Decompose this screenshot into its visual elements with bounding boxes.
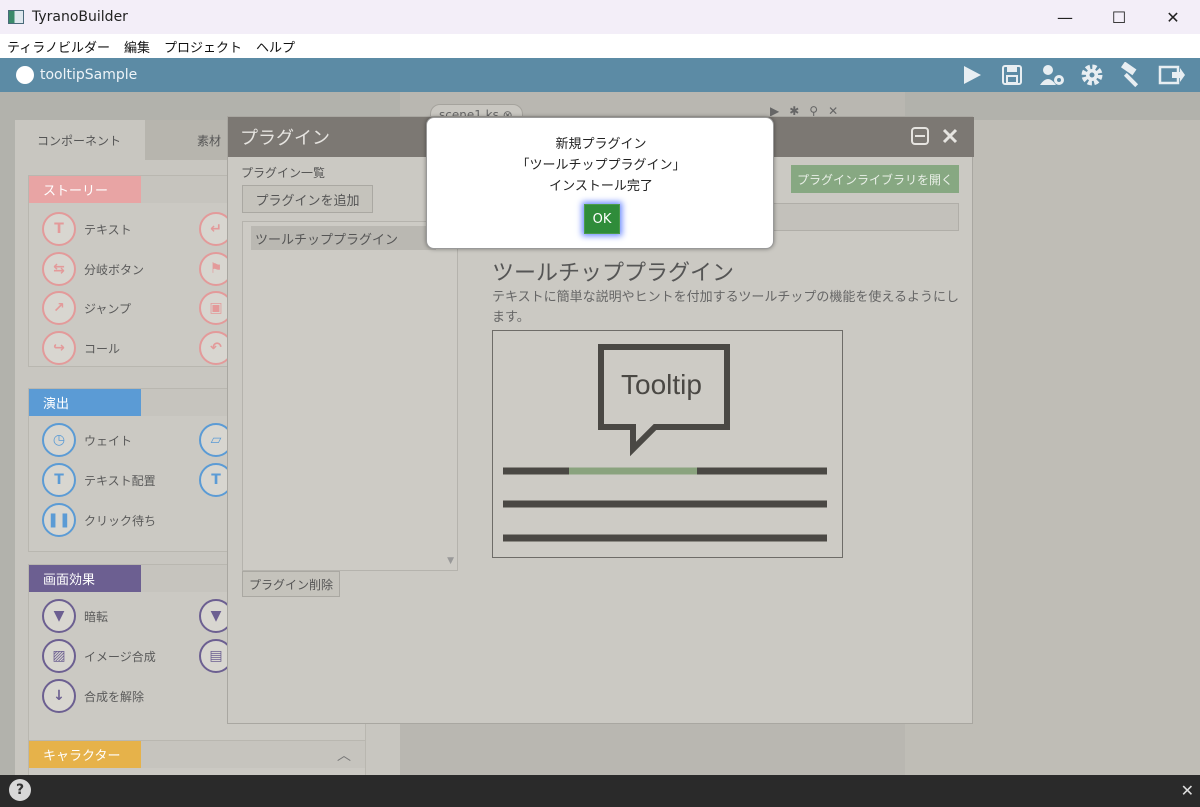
tab-components[interactable]: コンポーネント	[15, 120, 143, 160]
menu-help[interactable]: ヘルプ	[249, 37, 302, 56]
alert-line: 新規プラグイン	[555, 137, 647, 152]
maximize-button[interactable]: ☐	[1092, 0, 1146, 34]
jump-icon: ↗	[42, 291, 76, 325]
image-icon: ▨	[42, 639, 76, 673]
list-item[interactable]: ツールチッププラグイン	[251, 226, 436, 250]
plugin-list-label: プラグイン一覧	[241, 166, 326, 180]
tooltip-image-text: Tooltip	[621, 369, 702, 400]
app-header: tooltipSample	[0, 58, 1200, 92]
component-label: テキスト配置	[84, 473, 156, 488]
menu-project[interactable]: プロジェクト	[157, 37, 249, 56]
install-complete-alert: 新規プラグイン 「ツールチッププラグイン」 インストール完了 OK	[426, 117, 774, 249]
component-label: ウェイト	[84, 433, 133, 448]
plugin-preview-image: Tooltip	[492, 330, 843, 558]
component-image-composite[interactable]: ▨ イメージ合成	[42, 639, 156, 673]
window-title: TyranoBuilder	[32, 9, 128, 25]
component-branch-button[interactable]: ⇆ 分岐ボタン	[42, 252, 144, 286]
clock-icon: ◷	[42, 423, 76, 457]
user-settings-icon[interactable]	[1038, 61, 1066, 89]
close-icon[interactable]: ✕	[1181, 781, 1194, 800]
text-position-icon: T	[42, 463, 76, 497]
section-label: 演出	[29, 389, 141, 416]
toolbar	[958, 58, 1186, 92]
help-icon[interactable]: ?	[9, 779, 31, 801]
menu-edit[interactable]: 編集	[117, 37, 157, 56]
delete-plugin-button[interactable]: プラグイン削除	[242, 571, 340, 597]
plugin-name: ツールチッププラグイン	[492, 261, 735, 286]
minimize-button[interactable]: —	[1038, 0, 1092, 34]
ok-button[interactable]: OK	[584, 204, 620, 234]
window-controls: — ☐ ✕	[1038, 0, 1200, 34]
export-icon[interactable]	[1158, 61, 1186, 89]
shield-icon: ▼	[42, 599, 76, 633]
pause-icon: ❚❚	[42, 503, 76, 537]
menu-bar: ティラノビルダー 編集 プロジェクト ヘルプ	[0, 34, 1200, 58]
component-call[interactable]: ↪ コール	[42, 331, 120, 365]
menu-tyranobuilder[interactable]: ティラノビルダー	[0, 37, 117, 56]
component-label: イメージ合成	[84, 649, 156, 664]
project-name: tooltipSample	[40, 67, 138, 83]
add-plugin-button[interactable]: プラグインを追加	[242, 185, 373, 213]
status-bar: ? ✕	[0, 775, 1200, 807]
section-character: キャラクター ︿	[28, 740, 366, 780]
app-icon	[8, 10, 24, 24]
plugin-list: ツールチッププラグイン ▼	[242, 221, 458, 571]
plugin-description: テキストに簡単な説明やヒントを付加するツールチップの機能を使えるようにします。	[492, 290, 959, 325]
close-button[interactable]: ✕	[1146, 0, 1200, 34]
section-label: ストーリー	[29, 176, 141, 203]
alert-line: 「ツールチッププラグイン」	[516, 158, 686, 173]
title-bar: TyranoBuilder — ☐ ✕	[0, 0, 1200, 34]
text-icon: T	[42, 212, 76, 246]
component-remove-composite[interactable]: ↓ 合成を解除	[42, 679, 144, 713]
component-label: ジャンプ	[84, 301, 132, 316]
component-text[interactable]: T テキスト	[42, 212, 132, 246]
call-icon: ↪	[42, 331, 76, 365]
scroll-down-icon[interactable]: ▼	[447, 556, 454, 566]
component-label: クリック待ち	[84, 513, 157, 528]
component-label: コール	[84, 341, 121, 356]
component-label: テキスト	[84, 222, 132, 237]
gear-icon[interactable]	[1078, 61, 1106, 89]
component-jump[interactable]: ↗ ジャンプ	[42, 291, 131, 325]
close-icon[interactable]	[940, 126, 960, 146]
open-plugin-library-button[interactable]: プラグインライブラリを開く	[791, 165, 959, 193]
project-icon	[16, 66, 34, 84]
hammer-icon[interactable]	[1118, 61, 1146, 89]
component-text-position[interactable]: T テキスト配置	[42, 463, 156, 497]
save-icon[interactable]	[998, 61, 1026, 89]
component-label: 合成を解除	[84, 689, 145, 704]
remove-composite-icon: ↓	[42, 679, 76, 713]
plugin-dialog-title: プラグイン	[240, 128, 330, 149]
alert-line: インストール完了	[549, 179, 653, 194]
section-label: 画面効果	[29, 565, 141, 592]
branch-icon: ⇆	[42, 252, 76, 286]
component-label: 暗転	[84, 609, 109, 624]
chevron-up-icon[interactable]: ︿	[337, 745, 351, 765]
component-label: 分岐ボタン	[84, 262, 145, 277]
minimize-icon[interactable]	[910, 126, 930, 146]
section-label: キャラクター	[29, 741, 141, 768]
component-click-wait[interactable]: ❚❚ クリック待ち	[42, 503, 156, 537]
component-blackout[interactable]: ▼ 暗転	[42, 599, 108, 633]
play-icon[interactable]	[958, 61, 986, 89]
component-wait[interactable]: ◷ ウェイト	[42, 423, 132, 457]
dialog-controls	[910, 126, 960, 146]
